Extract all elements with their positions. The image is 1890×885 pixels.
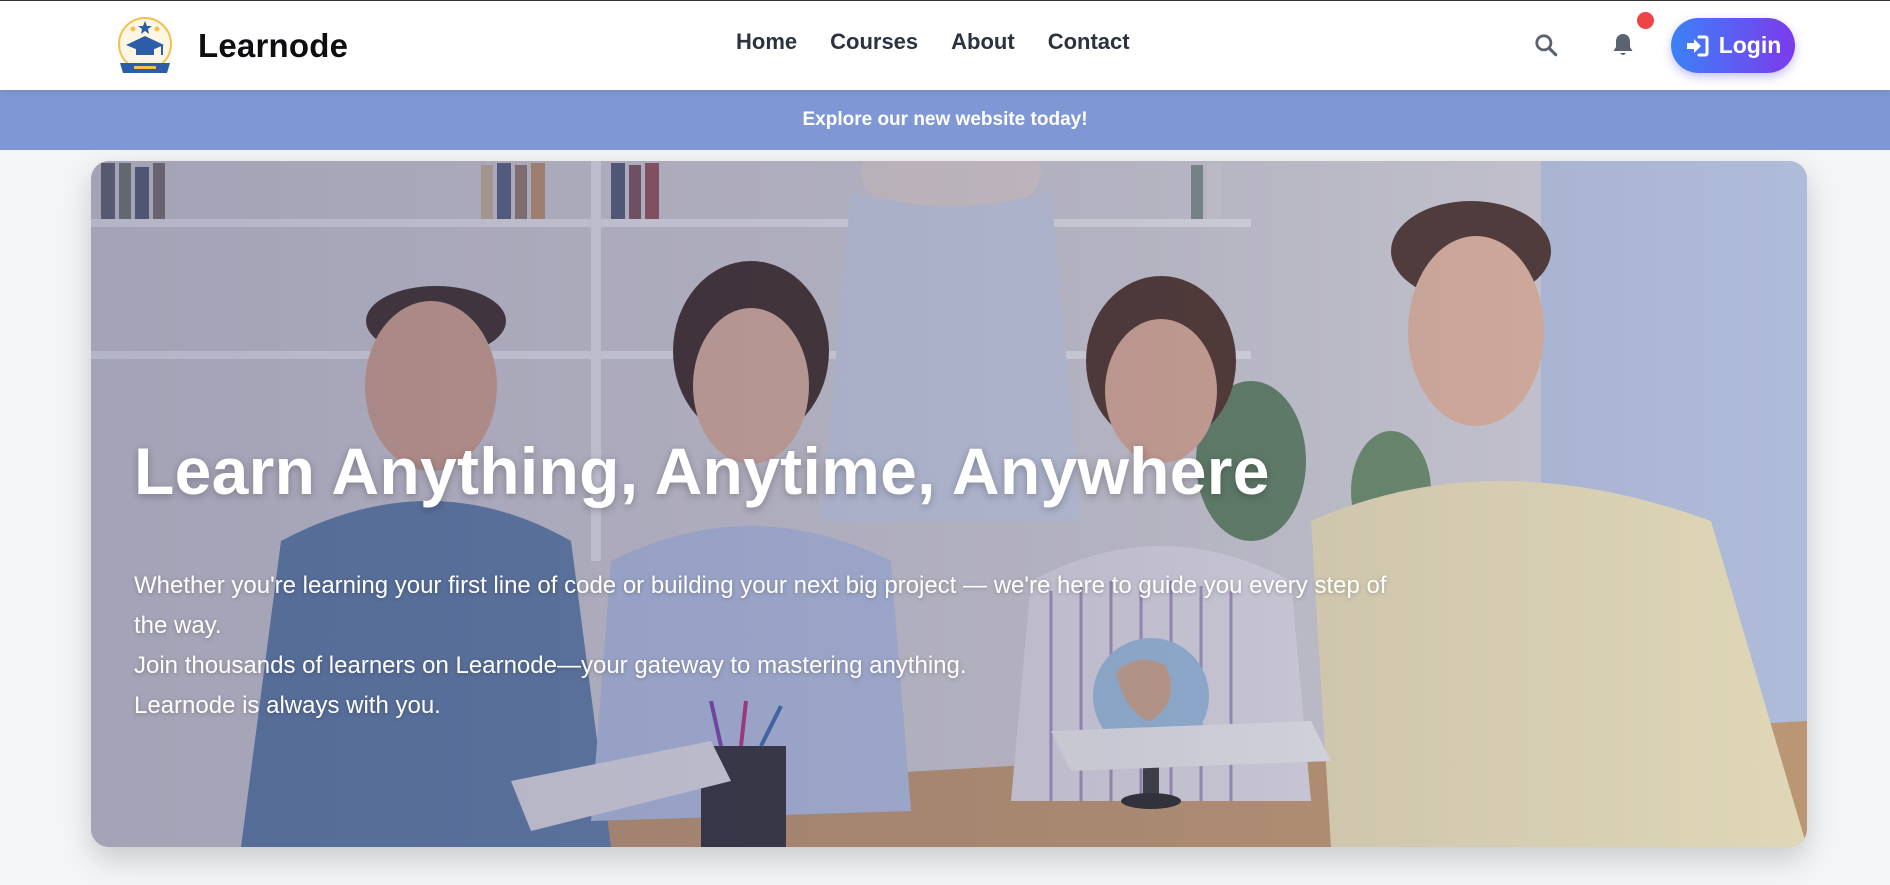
hero-paragraph: Join thousands of learners on Learnode—y… — [134, 652, 967, 679]
login-button[interactable]: Login — [1671, 18, 1795, 73]
search-icon — [1535, 34, 1558, 57]
nav-about[interactable]: About — [951, 29, 1015, 55]
hero-paragraph: Learnode is always with you. — [134, 692, 441, 719]
nav-home[interactable]: Home — [736, 29, 797, 55]
hero-title: Learn Anything, Anytime, Anywhere — [134, 434, 1270, 508]
hero-section: Learn Anything, Anytime, Anywhere Whethe… — [91, 161, 1807, 847]
nav-courses[interactable]: Courses — [830, 29, 918, 55]
nav-contact[interactable]: Contact — [1048, 29, 1130, 55]
top-navbar: Learnode Home Courses About Contact Logi… — [0, 0, 1890, 90]
bell-icon — [1613, 34, 1633, 55]
login-label: Login — [1718, 32, 1782, 58]
hero-description: Whether you're learning your first line … — [134, 566, 1394, 726]
notifications-button[interactable] — [1607, 29, 1639, 61]
brand-name: Learnode — [198, 27, 349, 64]
brand[interactable]: Learnode — [112, 15, 348, 77]
announcement-banner: Explore our new website today! — [0, 90, 1890, 150]
notification-dot — [1637, 12, 1654, 29]
main-nav: Home Courses About Contact — [736, 29, 1130, 55]
hero-paragraph: Whether you're learning your first line … — [134, 572, 1387, 639]
banner-text: Explore our new website today! — [802, 109, 1088, 130]
graduation-cap-logo-icon — [118, 17, 172, 73]
search-button[interactable] — [1530, 29, 1562, 61]
sign-in-icon — [1686, 35, 1709, 56]
